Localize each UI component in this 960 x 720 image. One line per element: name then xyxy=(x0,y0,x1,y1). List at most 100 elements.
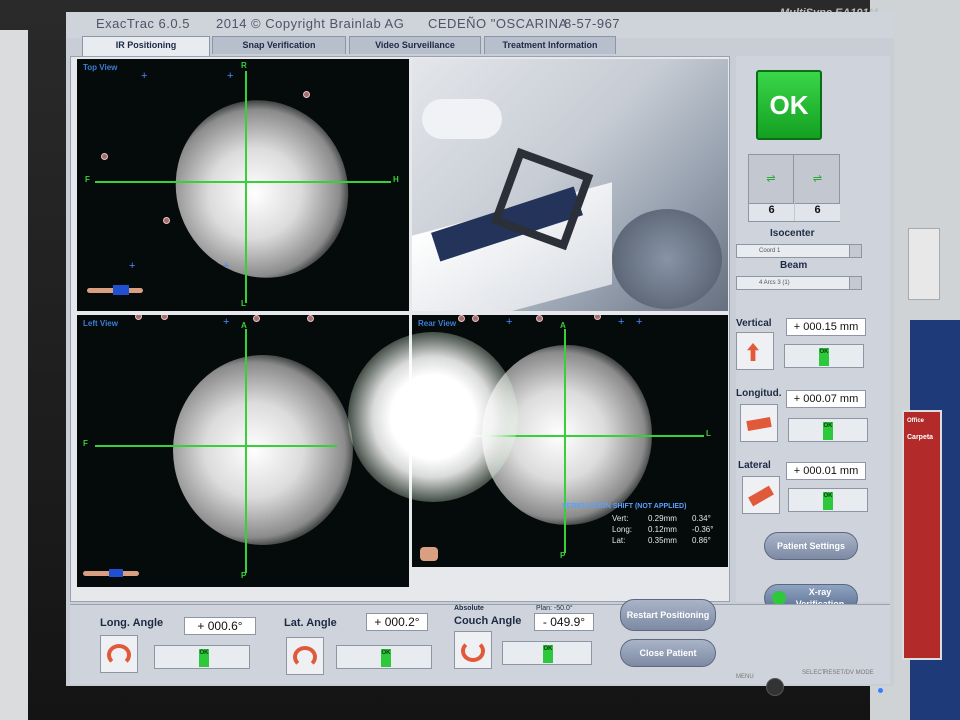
monitor-power-knob[interactable] xyxy=(766,678,784,696)
tab-ir-positioning[interactable]: IR Positioning xyxy=(82,36,210,56)
ir-marker xyxy=(536,315,543,322)
tab-snap-verification[interactable]: Snap Verification xyxy=(212,36,346,54)
patient-orientation-icon xyxy=(83,567,143,579)
long-angle-value: + 000.6° xyxy=(184,617,256,635)
red-binder: Office Carpeta xyxy=(902,410,942,660)
patient-orientation-icon xyxy=(420,547,438,561)
axis-vertical xyxy=(245,329,247,573)
axis-vertical xyxy=(245,71,247,303)
skull-image xyxy=(143,68,381,310)
ir-marker xyxy=(307,315,314,322)
wall-left xyxy=(0,30,28,720)
ir-marker xyxy=(594,315,601,320)
vertical-status: OK xyxy=(784,344,864,368)
beam-select[interactable]: 4 Arcs 3 (1) xyxy=(736,276,862,290)
axis-label-l: L xyxy=(241,299,246,308)
left-view-label: Left View xyxy=(83,319,118,328)
axis-label-h: H xyxy=(393,175,399,184)
plus-marker-icon: + xyxy=(141,70,148,82)
title-bar: ExacTrac 6.0.5 2014 © Copyright Brainlab… xyxy=(66,12,894,38)
axis-horizontal xyxy=(95,181,391,183)
patient-settings-button[interactable]: Patient Settings xyxy=(764,532,858,560)
video-camera-view xyxy=(412,59,728,311)
plus-marker-icon: + xyxy=(506,316,513,328)
restart-positioning-button[interactable]: Restart Positioning xyxy=(620,599,716,631)
plus-marker-icon: + xyxy=(618,316,625,328)
verification-shift-title: VERIFICATION SHIFT (NOT APPLIED) xyxy=(562,503,687,510)
axis-label-p: P xyxy=(241,571,247,580)
close-patient-button[interactable]: Close Patient xyxy=(620,639,716,667)
camera-2-icon: ⇌ xyxy=(812,173,823,185)
lateral-shift-icon xyxy=(742,476,780,514)
camera-1-icon: ⇌ xyxy=(749,155,794,203)
power-led-icon xyxy=(878,688,883,693)
couch-angle-value: - 049.9° xyxy=(534,613,594,631)
couch-plan-label: Plan: -50.0° xyxy=(536,605,573,612)
couch-angle-label: Couch Angle xyxy=(454,615,522,627)
chevron-down-icon[interactable] xyxy=(849,277,861,289)
ok-status-button[interactable]: OK xyxy=(756,70,822,140)
axis-label-r: R xyxy=(241,61,247,70)
lat-angle-ok-chip: OK xyxy=(381,649,391,667)
patient-id: 8-57-967 xyxy=(564,16,621,31)
couch-angle-ok-chip: OK xyxy=(543,645,553,663)
lateral-label: Lateral xyxy=(738,460,771,471)
axis-label-a: A xyxy=(241,321,247,330)
longitud-value: + 000.07 mm xyxy=(786,390,866,408)
isocenter-select[interactable]: Coord 1 xyxy=(736,244,862,258)
axis-label-a: A xyxy=(560,321,566,330)
vertical-shift-icon xyxy=(736,332,774,370)
axis-horizontal xyxy=(95,445,337,447)
patient-name: CEDEÑO "OSCARINA xyxy=(428,16,568,31)
ir-marker xyxy=(472,315,479,322)
right-panel: OK ⇌ ⇌ 6 6 Isocenter Coord 1 Beam 4 Arcs… xyxy=(736,56,890,612)
select-button-label: SELECT xyxy=(802,670,826,676)
ir-marker xyxy=(135,315,142,320)
plus-marker-icon: + xyxy=(227,70,234,82)
longitud-ok-chip: OK xyxy=(823,422,833,440)
ir-marker xyxy=(458,315,465,322)
beam-title: Beam xyxy=(780,260,808,271)
angle-panel: Long. Angle + 000.6° OK Lat. Angle + 000… xyxy=(70,599,890,684)
top-view[interactable]: Top View R L F H + + + + xyxy=(77,59,409,311)
lat-angle-value: + 000.2° xyxy=(366,613,428,631)
lateral-status: OK xyxy=(788,488,868,512)
axis-label-f: F xyxy=(85,175,90,184)
tab-video-surveillance[interactable]: Video Surveillance xyxy=(349,36,481,54)
ir-marker xyxy=(161,315,168,320)
ir-marker xyxy=(163,217,170,224)
plus-marker-icon: + xyxy=(223,260,230,272)
long-angle-ok-chip: OK xyxy=(199,649,209,667)
longitud-status: OK xyxy=(788,418,868,442)
long-angle-icon xyxy=(100,635,138,673)
binder-title: Carpeta xyxy=(907,434,934,441)
tab-treatment-information[interactable]: Treatment Information xyxy=(484,36,616,54)
camera-marker-count: ⇌ ⇌ 6 6 xyxy=(748,154,840,222)
shift-row: Long: 0.12mm -0.36° xyxy=(612,525,714,534)
long-angle-status: OK xyxy=(154,645,250,669)
shift-row: Vert: 0.29mm 0.34° xyxy=(612,514,711,523)
positioning-workarea: Top View R L F H + + + + Left View A P F… xyxy=(70,56,730,602)
app-title: ExacTrac 6.0.5 xyxy=(96,16,190,31)
top-view-label: Top View xyxy=(83,63,118,72)
axis-label-l: L xyxy=(706,429,711,438)
isocenter-title: Isocenter xyxy=(770,228,815,239)
axis-label-f: F xyxy=(83,439,88,448)
rear-view-label: Rear View xyxy=(418,319,457,328)
longitud-label: Longitud. xyxy=(736,388,782,399)
reset-button-label: RESET/DV MODE xyxy=(824,670,874,676)
vertical-label: Vertical xyxy=(736,318,772,329)
plus-marker-icon: + xyxy=(636,316,643,328)
longitudinal-shift-icon xyxy=(740,404,778,442)
camera-2-count: 6 xyxy=(795,203,840,221)
long-angle-label: Long. Angle xyxy=(100,617,164,629)
patient-orientation-icon xyxy=(87,283,147,297)
plus-marker-icon: + xyxy=(223,316,230,328)
lat-angle-icon xyxy=(286,637,324,675)
chevron-down-icon[interactable] xyxy=(849,245,861,257)
vertical-value: + 000.15 mm xyxy=(786,318,866,336)
gantry-head xyxy=(612,209,722,309)
copyright: 2014 © Copyright Brainlab AG xyxy=(216,16,405,31)
couch-absolute-label: Absolute xyxy=(454,605,484,612)
ir-marker xyxy=(101,153,108,160)
